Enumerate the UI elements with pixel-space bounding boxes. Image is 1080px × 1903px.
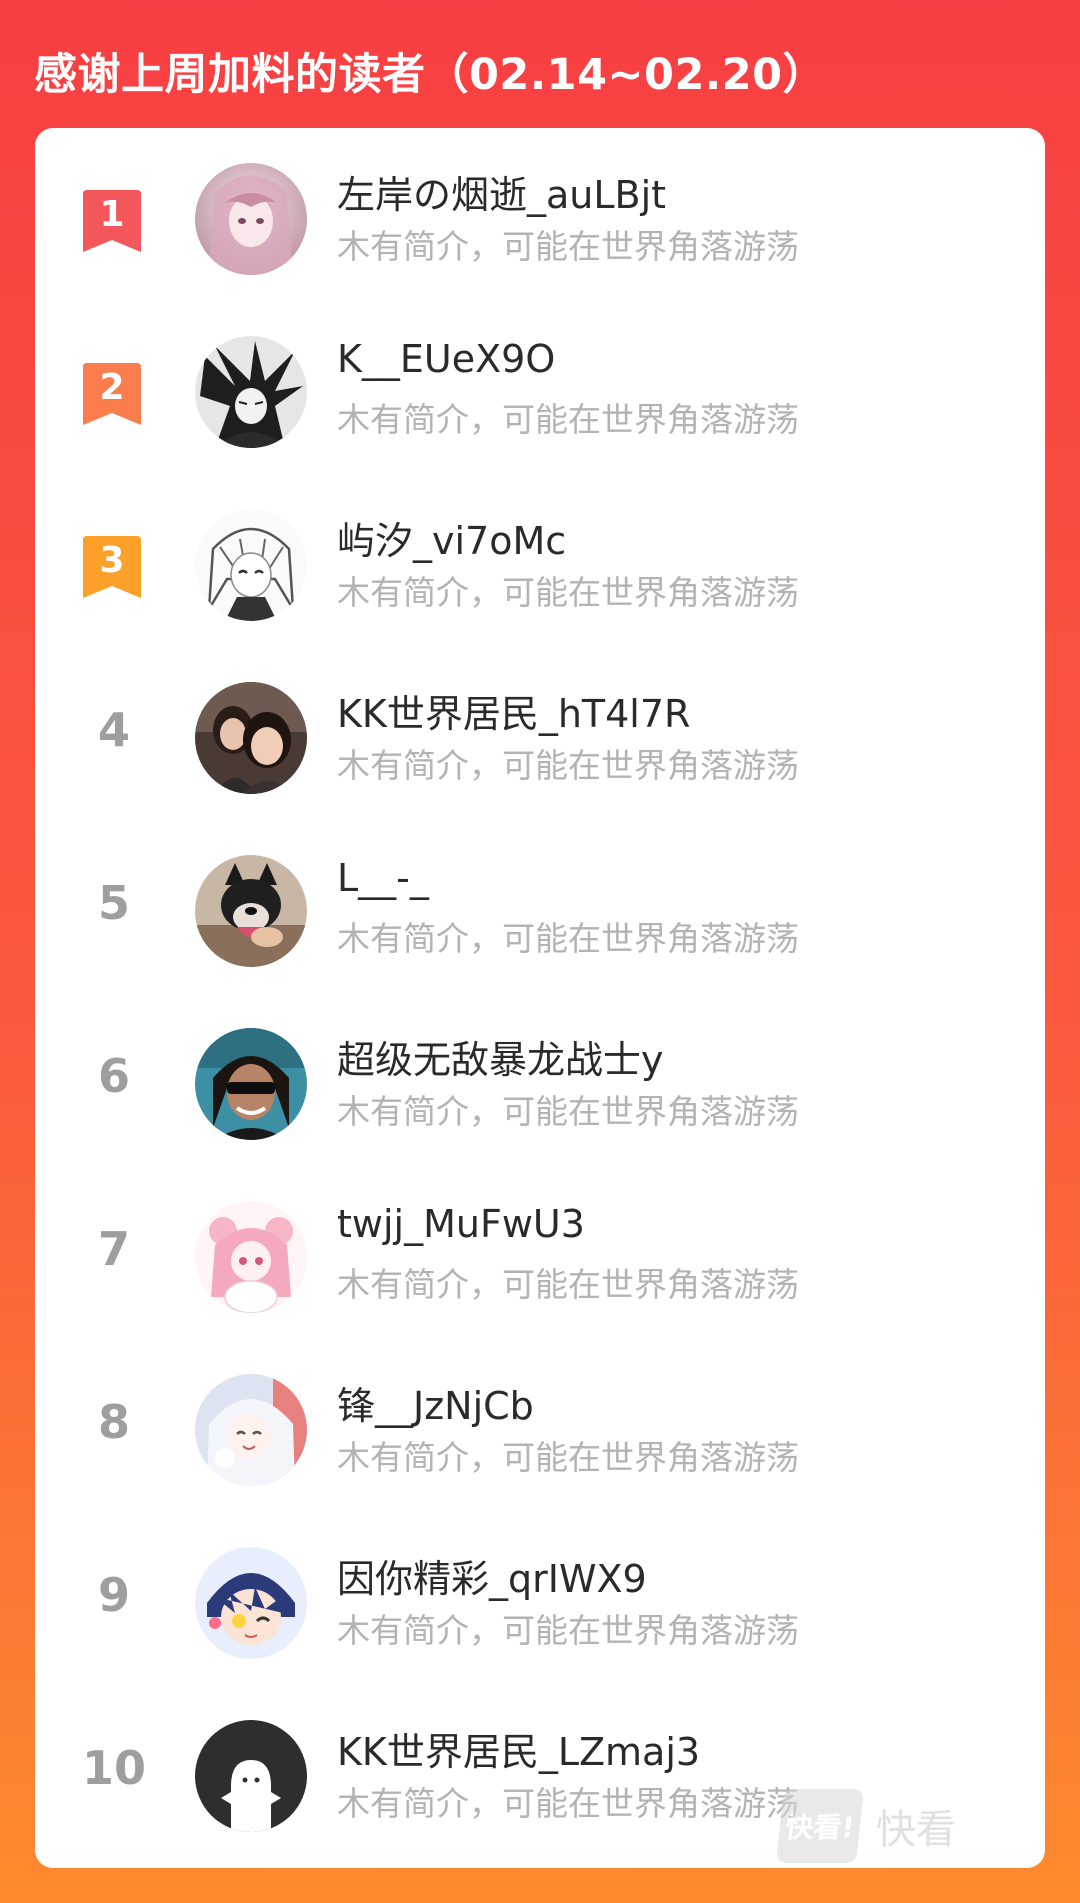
reader-name[interactable]: twjj_MuFwU3 bbox=[337, 1202, 585, 1246]
reader-name[interactable]: 超级无敌暴龙战士y bbox=[337, 1029, 664, 1084]
reader-bio: 木有简介，可能在世界角落游荡 bbox=[337, 400, 799, 439]
reader-bio: 木有简介，可能在世界角落游荡 bbox=[337, 919, 799, 958]
reader-bio: 木有简介，可能在世界角落游荡 bbox=[337, 746, 799, 785]
reader-bio: 木有简介，可能在世界角落游荡 bbox=[337, 1438, 799, 1477]
rank-number: 5 bbox=[97, 876, 130, 930]
kuaikan-watermark: 快看! 快看 bbox=[776, 1786, 956, 1866]
reader-bio: 木有简介，可能在世界角落游荡 bbox=[337, 573, 799, 612]
rank-number: 1 bbox=[99, 194, 125, 235]
reader-row-1[interactable]: 1 左岸の烟逝_auLBjt 木有简介，可能在世界角落游荡 bbox=[35, 128, 1045, 301]
rank-number: 4 bbox=[97, 703, 130, 757]
reader-row-7[interactable]: 7 twjj_MuFwU3 木有简介，可能在世界角落游荡 bbox=[35, 1166, 1045, 1339]
reader-row-9[interactable]: 9 因你精彩_qrIWX9 木有简介，可能在世界角落游荡 bbox=[35, 1512, 1045, 1685]
two-girls-photo-avatar[interactable] bbox=[195, 682, 307, 794]
anime-girl-sketch-avatar[interactable] bbox=[195, 509, 307, 621]
default-ghost-avatar[interactable] bbox=[195, 1720, 307, 1832]
reader-name[interactable]: 左岸の烟逝_auLBjt bbox=[337, 164, 666, 219]
anime-boy-sketch-avatar[interactable] bbox=[195, 336, 307, 448]
watermark-text: 快看 bbox=[876, 1807, 956, 1853]
reader-list-card: 1 左岸の烟逝_auLBjt 木有简介，可能在世界角落游荡 2 K__EUeX9… bbox=[35, 128, 1045, 1868]
rank-number: 7 bbox=[97, 1222, 130, 1276]
rank-number: 8 bbox=[97, 1395, 130, 1449]
anime-pink-hair-avatar[interactable] bbox=[195, 1201, 307, 1313]
reader-name[interactable]: 因你精彩_qrIWX9 bbox=[337, 1548, 647, 1603]
rank-number: 10 bbox=[81, 1741, 146, 1795]
anime-boy-chibi-avatar[interactable] bbox=[195, 1547, 307, 1659]
reader-name[interactable]: 锋__JzNjCb bbox=[337, 1375, 534, 1430]
reader-row-4[interactable]: 4 KK世界居民_hT4l7R 木有简介，可能在世界角落游荡 bbox=[35, 647, 1045, 820]
dog-photo-avatar[interactable] bbox=[195, 855, 307, 967]
anime-white-hair-avatar[interactable] bbox=[195, 1374, 307, 1486]
reader-name[interactable]: K__EUeX9O bbox=[337, 337, 555, 381]
reader-row-3[interactable]: 3 屿汐_vi7oMc 木有简介，可能在世界角落游荡 bbox=[35, 474, 1045, 647]
reader-bio: 木有简介，可能在世界角落游荡 bbox=[337, 1611, 799, 1650]
reader-bio: 木有简介，可能在世界角落游荡 bbox=[337, 1265, 799, 1304]
rank-number: 3 bbox=[99, 540, 125, 581]
reader-bio: 木有简介，可能在世界角落游荡 bbox=[337, 1092, 799, 1131]
reader-bio: 木有简介，可能在世界角落游荡 bbox=[337, 1784, 799, 1823]
rank-badge-gold: 1 bbox=[83, 190, 141, 252]
anime-girl-pink-avatar[interactable] bbox=[195, 163, 307, 275]
reader-row-8[interactable]: 8 锋__JzNjCb 木有简介，可能在世界角落游荡 bbox=[35, 1339, 1045, 1512]
reader-row-5[interactable]: 5 L__-_ 木有简介，可能在世界角落游荡 bbox=[35, 820, 1045, 993]
rank-number: 2 bbox=[99, 367, 125, 408]
reader-name[interactable]: KK世界居民_hT4l7R bbox=[337, 683, 690, 738]
reader-bio: 木有简介，可能在世界角落游荡 bbox=[337, 227, 799, 266]
reader-name[interactable]: 屿汐_vi7oMc bbox=[337, 510, 566, 565]
rank-number: 9 bbox=[97, 1568, 130, 1622]
reader-row-6[interactable]: 6 超级无敌暴龙战士y 木有简介，可能在世界角落游荡 bbox=[35, 993, 1045, 1166]
page-title: 感谢上周加料的读者（02.14~02.20） bbox=[34, 50, 827, 100]
rank-badge-silver: 2 bbox=[83, 363, 141, 425]
rank-number: 6 bbox=[97, 1049, 130, 1103]
rank-badge-bronze: 3 bbox=[83, 536, 141, 598]
man-sunglasses-avatar[interactable] bbox=[195, 1028, 307, 1140]
kuaikan-logo-icon: 快看! bbox=[776, 1789, 864, 1863]
reader-row-2[interactable]: 2 K__EUeX9O 木有简介，可能在世界角落游荡 bbox=[35, 301, 1045, 474]
reader-name[interactable]: L__-_ bbox=[337, 856, 429, 900]
reader-name[interactable]: KK世界居民_LZmaj3 bbox=[337, 1721, 700, 1776]
